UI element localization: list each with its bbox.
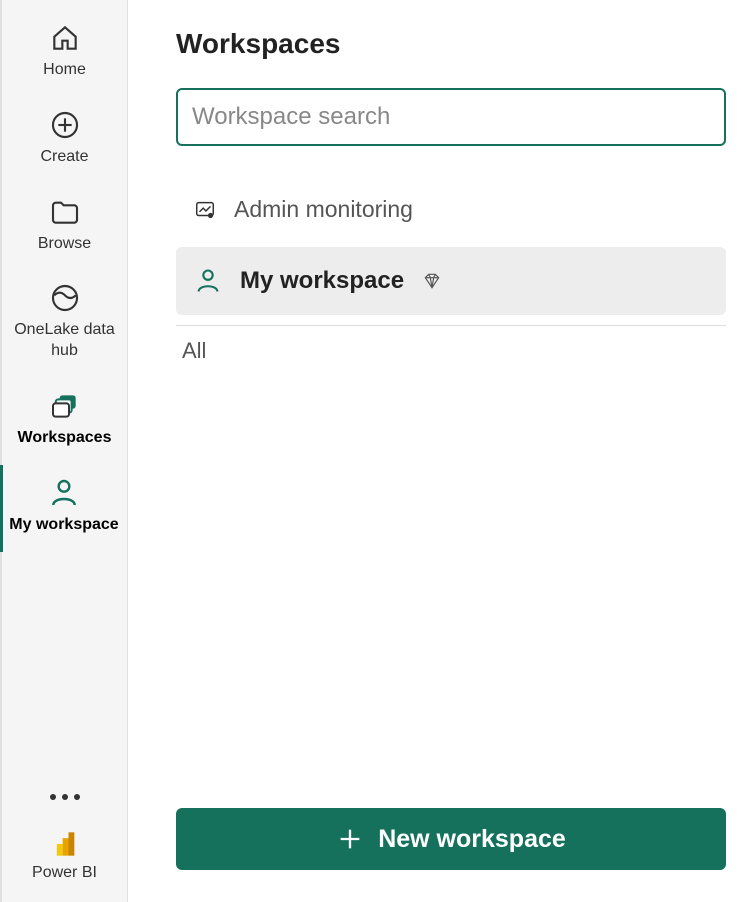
plus-circle-icon <box>49 109 81 141</box>
more-icon <box>74 794 80 800</box>
nav-home[interactable]: Home <box>2 10 127 97</box>
workspace-item-label: Admin monitoring <box>234 196 413 223</box>
person-icon <box>194 267 222 295</box>
nav-onelake-label: OneLake data hub <box>6 320 123 362</box>
onelake-icon <box>49 282 81 314</box>
monitoring-icon <box>194 199 216 221</box>
nav-create-label: Create <box>40 147 88 168</box>
nav-more[interactable] <box>2 776 127 818</box>
workspaces-icon <box>49 390 81 422</box>
nav-home-label: Home <box>43 60 86 81</box>
nav-workspaces-label: Workspaces <box>18 428 112 449</box>
workspace-item-my-workspace[interactable]: My workspace <box>176 247 726 315</box>
nav-browse[interactable]: Browse <box>2 184 127 271</box>
workspace-item-admin-monitoring[interactable]: Admin monitoring <box>176 182 726 237</box>
nav-onelake[interactable]: OneLake data hub <box>2 270 127 378</box>
nav-sidebar: Home Create Browse OneLake data hub <box>0 0 128 902</box>
more-icon <box>50 794 56 800</box>
plus-icon <box>336 825 364 853</box>
new-workspace-button[interactable]: New workspace <box>176 808 726 870</box>
nav-my-workspace[interactable]: My workspace <box>0 465 127 552</box>
nav-powerbi-label: Power BI <box>32 864 97 882</box>
nav-powerbi[interactable]: Power BI <box>2 818 127 902</box>
nav-my-workspace-label: My workspace <box>9 515 118 536</box>
workspaces-panel: Workspaces Admin monitoring My workspace <box>128 0 750 902</box>
section-all-label: All <box>182 338 726 364</box>
diamond-icon <box>422 271 442 291</box>
person-icon <box>48 477 80 509</box>
divider <box>176 325 726 326</box>
folder-icon <box>49 196 81 228</box>
panel-title: Workspaces <box>176 28 726 60</box>
home-icon <box>49 22 81 54</box>
nav-workspaces[interactable]: Workspaces <box>2 378 127 465</box>
powerbi-icon <box>51 830 79 858</box>
new-workspace-button-label: New workspace <box>378 825 566 854</box>
workspace-search-input[interactable] <box>176 88 726 146</box>
nav-create[interactable]: Create <box>2 97 127 184</box>
workspace-item-label: My workspace <box>240 267 404 295</box>
workspace-list: Admin monitoring My workspace All <box>176 182 726 384</box>
more-icon <box>62 794 68 800</box>
nav-browse-label: Browse <box>38 234 91 255</box>
